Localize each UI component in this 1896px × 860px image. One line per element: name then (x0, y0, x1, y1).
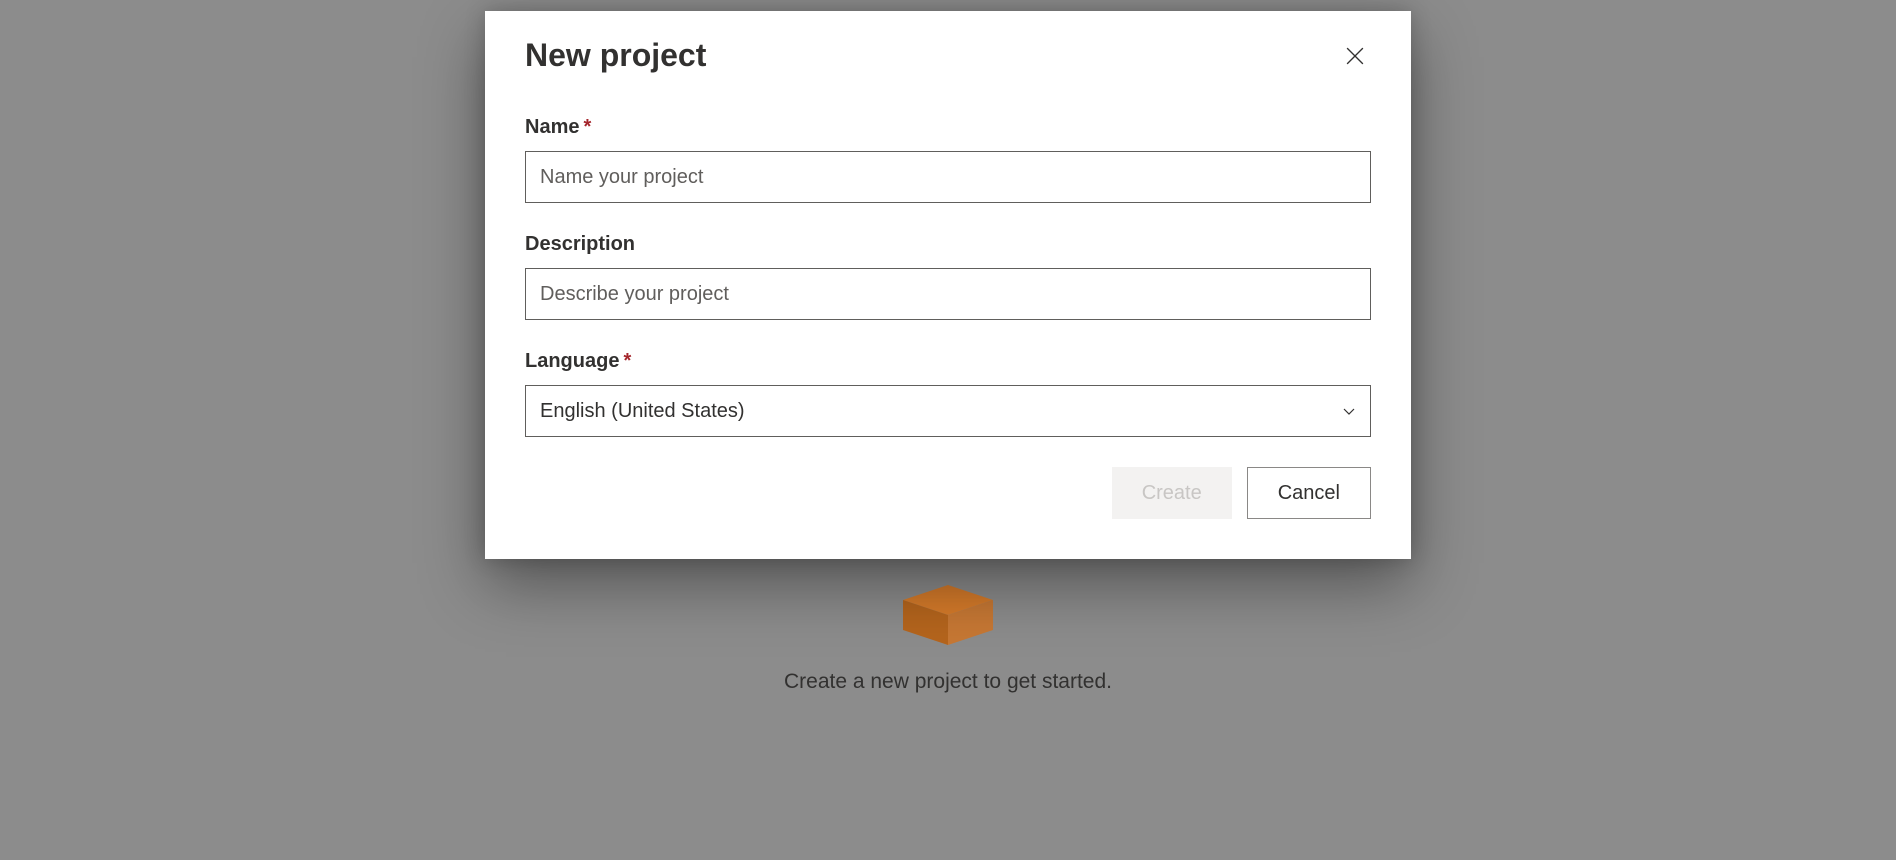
description-field-group: Description (525, 233, 1371, 320)
create-button[interactable]: Create (1112, 467, 1232, 519)
button-row: Create Cancel (525, 467, 1371, 519)
close-icon (1346, 47, 1364, 65)
box-icon (903, 585, 993, 645)
language-select-value: English (United States) (540, 400, 745, 423)
modal-header: New project (525, 37, 1371, 74)
chevron-down-icon (1342, 404, 1356, 418)
language-select[interactable]: English (United States) (525, 385, 1371, 437)
close-button[interactable] (1339, 40, 1371, 72)
required-asterisk: * (623, 350, 631, 372)
name-label-text: Name (525, 116, 579, 138)
cancel-button[interactable]: Cancel (1247, 467, 1371, 519)
description-input[interactable] (525, 268, 1371, 320)
name-field-group: Name* (525, 116, 1371, 203)
language-label-text: Language (525, 350, 619, 372)
name-input[interactable] (525, 151, 1371, 203)
modal-title: New project (525, 37, 706, 74)
new-project-modal: New project Name* Description Language* … (485, 11, 1411, 559)
language-label: Language* (525, 350, 1371, 373)
background-caption: Create a new project to get started. (784, 670, 1112, 694)
description-label: Description (525, 233, 1371, 256)
name-label: Name* (525, 116, 1371, 139)
required-asterisk: * (583, 116, 591, 138)
language-field-group: Language* English (United States) (525, 350, 1371, 437)
